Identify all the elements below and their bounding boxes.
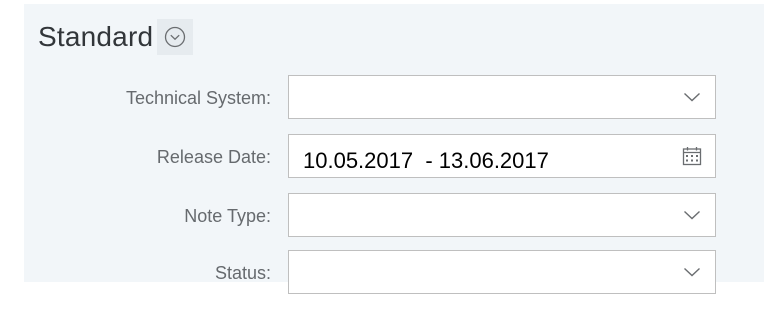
chevron-down-icon (684, 92, 700, 102)
variant-header: Standard (38, 14, 194, 60)
chevron-down-icon (684, 210, 700, 220)
variant-title: Standard (38, 21, 154, 52)
note-type-label: Note Type: (184, 206, 271, 226)
technical-system-dropdown-button[interactable] (679, 76, 705, 118)
release-date-label: Release Date: (156, 147, 271, 167)
note-type-dropdown-button[interactable] (679, 194, 705, 236)
variant-select-button[interactable] (157, 19, 194, 55)
chevron-down-circle-icon (165, 26, 186, 48)
release-date-calendar-button[interactable] (679, 135, 705, 177)
note-type-row: Note Type: (24, 193, 764, 239)
status-dropdown-button[interactable] (679, 251, 705, 293)
status-row: Status: (24, 250, 764, 296)
filter-bar: Standard Technical System: Release Date:… (24, 4, 764, 294)
technical-system-label: Technical System: (125, 88, 271, 108)
release-date-value: 10.05.2017 - 13.06.2017 (303, 148, 549, 173)
note-type-dropdown[interactable] (288, 193, 716, 237)
status-dropdown[interactable] (288, 250, 716, 294)
release-date-range-input[interactable]: 10.05.2017 - 13.06.2017 (288, 134, 716, 178)
status-label: Status: (214, 263, 271, 283)
technical-system-dropdown[interactable] (288, 75, 716, 119)
release-date-row: Release Date: 10.05.2017 - 13.06.2017 (24, 134, 764, 180)
calendar-icon (682, 147, 702, 166)
chevron-down-icon (684, 267, 700, 277)
technical-system-row: Technical System: (24, 75, 764, 121)
